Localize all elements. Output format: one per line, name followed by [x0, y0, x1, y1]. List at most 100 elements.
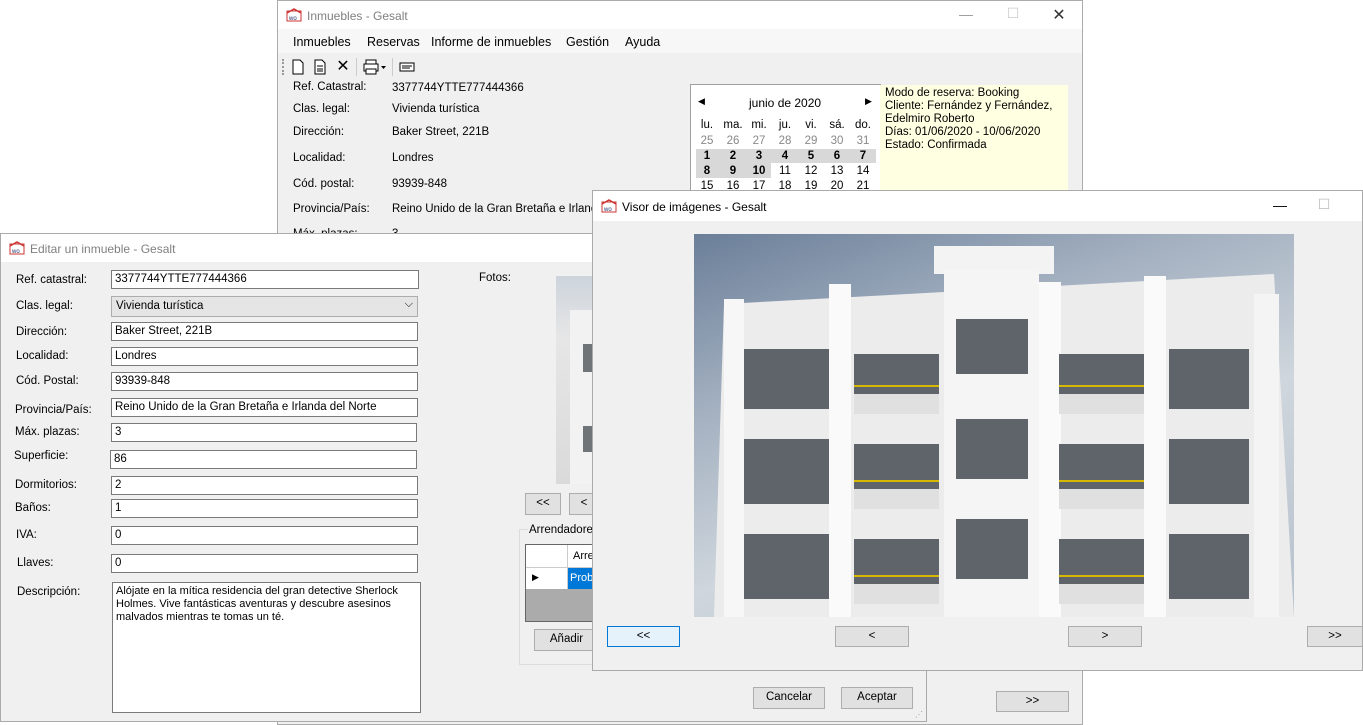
menu-inmuebles[interactable]: Inmuebles: [293, 35, 351, 49]
grid-row-selector[interactable]: ▶: [526, 568, 568, 589]
reservation-status: Estado: Confirmada: [885, 139, 987, 151]
viewer-next-button[interactable]: >: [1068, 626, 1142, 647]
viewer-minimize-icon[interactable]: —: [1265, 197, 1295, 213]
viewer-prev-button[interactable]: <: [835, 626, 909, 647]
main-prov-label: Provincia/País:: [293, 203, 370, 215]
calendar-day[interactable]: 1: [694, 150, 720, 162]
calendar-prev-icon[interactable]: ◀: [698, 96, 705, 107]
arrendadores-label: Arrendadores: [528, 524, 600, 536]
calendar-day[interactable]: 4: [772, 150, 798, 162]
photo-first-button[interactable]: <<: [525, 493, 561, 515]
fotos-label: Fotos:: [479, 272, 511, 284]
menu-informe[interactable]: Informe de inmuebles: [431, 35, 551, 49]
loc-field[interactable]: Londres: [111, 347, 418, 366]
main-prov-value: Reino Unido de la Gran Bretaña e Irlanda…: [392, 203, 620, 215]
app-icon: wo: [286, 8, 302, 22]
calendar-day[interactable]: 30: [824, 135, 850, 147]
prov-field[interactable]: Reino Unido de la Gran Bretaña e Irlanda…: [111, 398, 418, 417]
dorm-label: Dormitorios:: [15, 479, 77, 491]
close-icon[interactable]: ✕: [1044, 5, 1074, 25]
edit-window-title: Editar un inmueble - Gesalt: [30, 242, 176, 256]
max-label: Máx. plazas:: [15, 426, 80, 438]
main-next-page-button[interactable]: >>: [996, 691, 1069, 712]
toolbar-grip: [282, 59, 286, 75]
clas-label: Clas. legal:: [16, 300, 73, 312]
calendar-day[interactable]: 10: [746, 165, 772, 177]
add-button[interactable]: Añadir: [534, 629, 599, 651]
main-loc-label: Localidad:: [293, 152, 346, 164]
maximize-icon[interactable]: ☐: [998, 5, 1028, 22]
main-loc-value: Londres: [392, 152, 434, 164]
new-document-icon[interactable]: [290, 59, 306, 75]
calendar-day[interactable]: 9: [720, 165, 746, 177]
calendar-day[interactable]: 8: [694, 165, 720, 177]
calendar-day[interactable]: 31: [850, 135, 876, 147]
calendar-day[interactable]: 26: [720, 135, 746, 147]
viewer-maximize-icon[interactable]: ☐: [1309, 196, 1339, 213]
calendar-day[interactable]: 3: [746, 150, 772, 162]
reservation-client: Cliente: Fernández y Fernández,: [885, 100, 1053, 112]
menu-gestion[interactable]: Gestión: [566, 35, 609, 49]
main-cp-label: Cód. postal:: [293, 178, 355, 190]
sup-field[interactable]: 86: [110, 450, 417, 469]
banos-field[interactable]: 1: [111, 499, 418, 518]
svg-text:wo: wo: [288, 16, 297, 22]
dir-field[interactable]: Baker Street, 221B: [111, 322, 418, 341]
main-titlebar[interactable]: wo Inmuebles - Gesalt — ☐ ✕: [278, 1, 1082, 29]
calendar-day[interactable]: 29: [798, 135, 824, 147]
iva-field[interactable]: 0: [111, 526, 418, 545]
desc-label: Descripción:: [17, 586, 81, 598]
viewer-window-title: Visor de imágenes - Gesalt: [622, 200, 767, 214]
banos-label: Baños:: [15, 502, 51, 514]
viewer-first-button[interactable]: <<: [607, 626, 680, 647]
delete-icon[interactable]: ✕: [335, 59, 351, 75]
calendar-day[interactable]: 28: [772, 135, 798, 147]
calendar-day[interactable]: 5: [798, 150, 824, 162]
calendar-next-icon[interactable]: ▶: [865, 96, 872, 107]
grid-header-label: Arre: [573, 550, 594, 562]
reservation-mode: Modo de reserva: Booking: [885, 87, 1020, 99]
calendar-day[interactable]: 13: [824, 165, 850, 177]
resize-grip-icon[interactable]: ⋰: [915, 710, 923, 719]
accept-button[interactable]: Aceptar: [841, 687, 913, 709]
clas-select[interactable]: Vivienda turística ⌵: [111, 296, 418, 317]
desc-field[interactable]: Alójate en la mítica residencia del gran…: [112, 582, 421, 713]
calendar-day[interactable]: 12: [798, 165, 824, 177]
calendar-day[interactable]: 27: [746, 135, 772, 147]
calendar-month[interactable]: junio de 2020: [749, 96, 821, 110]
edit-document-icon[interactable]: [312, 59, 328, 75]
building-photo: [694, 234, 1294, 617]
calendar-day[interactable]: 6: [824, 150, 850, 162]
calendar[interactable]: ◀ junio de 2020 ▶ lu. ma. mi. ju. vi. sá. do. 2…: [690, 84, 881, 201]
arrendadores-grid[interactable]: Arre ▶ Probe: [525, 544, 600, 622]
iva-label: IVA:: [16, 529, 37, 541]
calendar-weekday: mi.: [751, 119, 767, 131]
report-icon[interactable]: [398, 59, 416, 75]
grid-corner-cell: [526, 545, 568, 568]
viewer-last-button[interactable]: >>: [1307, 626, 1362, 647]
chevron-down-icon[interactable]: ⌵: [405, 298, 413, 311]
minimize-icon[interactable]: —: [951, 6, 981, 22]
cp-field[interactable]: 93939-848: [111, 372, 418, 391]
menu-ayuda[interactable]: Ayuda: [625, 35, 660, 49]
menu-reservas[interactable]: Reservas: [367, 35, 420, 49]
calendar-day[interactable]: 2: [720, 150, 746, 162]
calendar-day[interactable]: 7: [850, 150, 876, 162]
main-ref-label: Ref. Catastral:: [293, 81, 367, 93]
viewer-titlebar[interactable]: wo Visor de imágenes - Gesalt — ☐: [593, 191, 1362, 221]
toolbar-separator: [356, 58, 357, 76]
calendar-day[interactable]: 25: [694, 135, 720, 147]
llaves-label: Llaves:: [17, 557, 54, 569]
dorm-field[interactable]: 2: [111, 476, 418, 495]
main-clas-label: Clas. legal:: [293, 103, 350, 115]
cancel-button[interactable]: Cancelar: [753, 687, 825, 709]
max-field[interactable]: 3: [111, 423, 417, 442]
print-icon[interactable]: [362, 59, 388, 75]
ref-label: Ref. catastral:: [16, 274, 87, 286]
ref-field[interactable]: 3377744YTTE777444366: [111, 270, 419, 289]
calendar-day[interactable]: 11: [772, 165, 798, 177]
viewer-window: wo Visor de imágenes - Gesalt — ☐ << < >…: [592, 190, 1363, 671]
photo-preview[interactable]: [556, 276, 596, 484]
llaves-field[interactable]: 0: [111, 554, 418, 573]
calendar-day[interactable]: 14: [850, 165, 876, 177]
